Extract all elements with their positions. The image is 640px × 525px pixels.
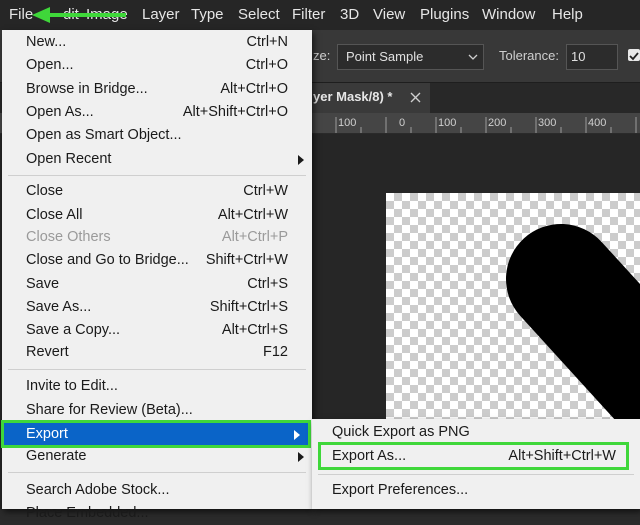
document-tab[interactable]: yer Mask/8) * [305,83,430,113]
ruler-label: 100 [338,117,357,129]
sample-size-dropdown[interactable]: Point Sample [337,44,484,70]
menu-item-place-embedded[interactable]: Place Embedded... [2,502,312,525]
ruler-label: 100 [438,117,457,129]
chevron-right-icon [294,430,300,440]
menu-separator [8,472,306,473]
chevron-right-icon [298,452,304,462]
ruler-label: 300 [538,117,557,129]
checkmark-icon [629,52,639,61]
chevron-down-icon [468,54,478,60]
menu-layer[interactable]: Layer [142,0,180,30]
ruler-label: 400 [588,117,607,129]
document-tab-title: yer Mask/8) * [313,89,393,104]
ruler-label: 0 [399,117,406,129]
menu-item-save-a-copy[interactable]: Save a Copy... Alt+Ctrl+S [2,319,312,342]
ruler-label: 200 [488,117,507,129]
menu-item-open[interactable]: Open... Ctrl+O [2,54,312,77]
menu-item-browse-in-bridge[interactable]: Browse in Bridge... Alt+Ctrl+O [2,78,312,101]
close-icon[interactable] [410,92,421,103]
menu-plugins[interactable]: Plugins [420,0,469,30]
menu-item-quick-export-png[interactable]: Quick Export as PNG [312,421,640,444]
chevron-right-icon [298,155,304,165]
tolerance-label: Tolerance: [499,48,559,63]
menu-separator [8,175,306,176]
menu-select[interactable]: Select [238,0,280,30]
menu-item-generate[interactable]: Generate [2,445,312,468]
file-menu: New... Ctrl+N Open... Ctrl+O Browse in Bri… [1,30,312,521]
menu-item-close-go-to-bridge[interactable]: Close and Go to Bridge... Shift+Ctrl+W [2,249,312,272]
menu-item-export-as[interactable]: Export As... Alt+Shift+Ctrl+W [318,442,629,470]
menu-separator [318,474,634,475]
menu-item-revert[interactable]: Revert F12 [2,341,312,364]
menu-item-close-all[interactable]: Close All Alt+Ctrl+W [2,204,312,227]
tolerance-value: 10 [571,49,586,64]
export-submenu: Quick Export as PNG Export As... Alt+Shif… [312,419,640,509]
menu-item-share-for-review[interactable]: Share for Review (Beta)... [2,399,312,422]
sample-size-label: ze: [313,48,331,63]
annotation-arrow-icon [32,7,126,23]
menu-window[interactable]: Window [482,0,535,30]
anti-alias-checkbox[interactable] [628,49,640,61]
menu-separator [8,369,306,370]
menu-item-close-others: Close Others Alt+Ctrl+P [26,229,288,245]
menu-type[interactable]: Type [191,0,224,30]
menu-item-new[interactable]: New... Ctrl+N [2,31,312,54]
menu-help[interactable]: Help [552,0,583,30]
menu-bar: File dit Image Layer Type Select Filter … [0,0,640,30]
menu-item-open-as[interactable]: Open As... Alt+Shift+Ctrl+O [2,101,312,124]
menu-item-close[interactable]: Close Ctrl+W [2,180,312,203]
tolerance-input[interactable]: 10 [566,44,618,70]
sample-size-value: Point Sample [346,49,424,64]
menu-item-search-adobe-stock[interactable]: Search Adobe Stock... [2,479,312,502]
menu-3d[interactable]: 3D [340,0,359,30]
menu-item-save[interactable]: Save Ctrl+S [2,273,312,296]
menu-item-export[interactable]: Export [1,420,311,448]
menu-item-open-smart-object[interactable]: Open as Smart Object... [2,124,312,147]
menu-view[interactable]: View [373,0,405,30]
menu-item-export-preferences[interactable]: Export Preferences... [312,479,640,502]
menu-filter[interactable]: Filter [292,0,325,30]
menu-item-open-recent[interactable]: Open Recent [2,148,312,171]
menu-item-save-as[interactable]: Save As... Shift+Ctrl+S [2,296,312,319]
menu-item-invite-to-edit[interactable]: Invite to Edit... [2,375,312,398]
